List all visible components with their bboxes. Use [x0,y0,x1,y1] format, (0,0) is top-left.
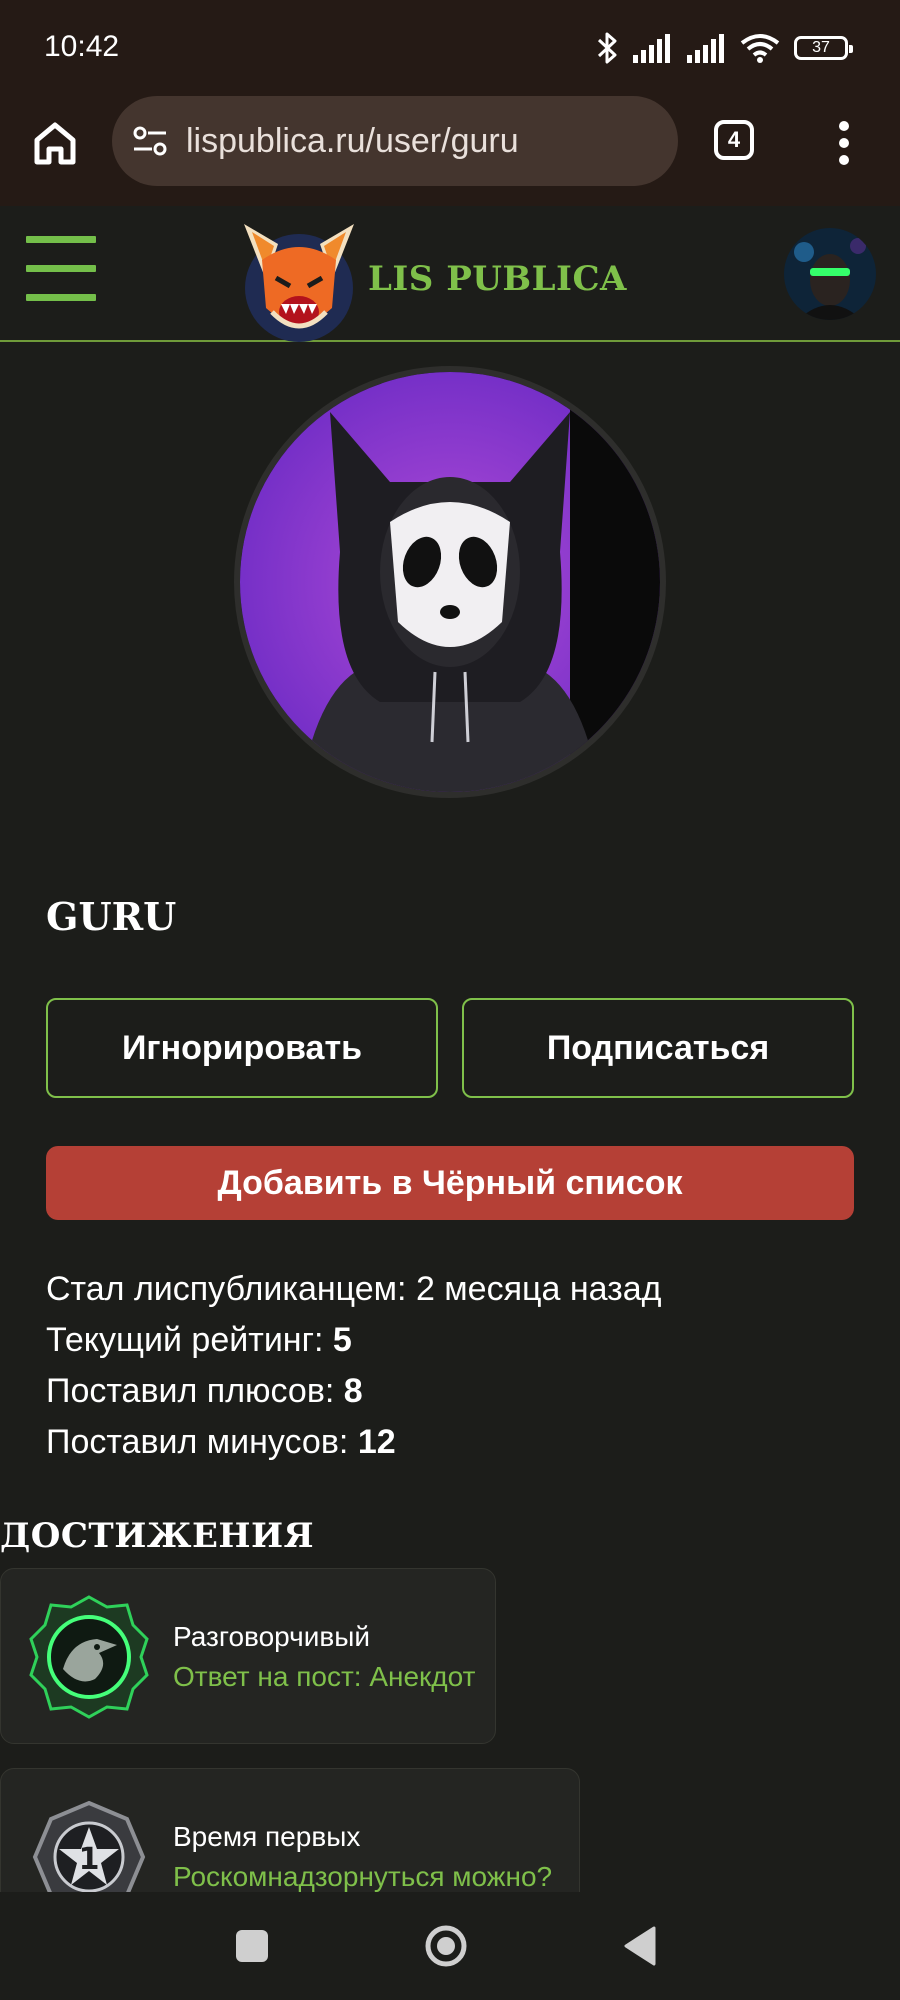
ignore-button[interactable]: Игнорировать [46,998,438,1098]
profile-stats: Стал лиспубликанцем: 2 месяца назад Теку… [46,1264,661,1468]
hamburger-menu-icon[interactable] [26,236,96,306]
achievement-name: Время первых [173,1821,361,1852]
signal-icon [633,34,670,63]
url-text[interactable]: lispublica.ru/user/guru [186,122,519,161]
stat-rating: Текущий рейтинг: 5 [46,1315,661,1366]
achievement-name: Разговорчивый [173,1621,370,1652]
stat-joined-value: 2 месяца назад [415,1270,662,1308]
status-time: 10:42 [44,30,120,63]
user-avatar-image [784,228,876,320]
achievement-description[interactable]: Ответ на пост: Анекдот [173,1661,475,1693]
bluetooth-icon [597,32,617,64]
status-bar: 10:42 37 [0,0,900,96]
stat-pluses-label: Поставил плюсов: [46,1372,335,1410]
browser-chrome: 10:42 37 lispublica.ru/user/guru 4 [0,0,900,206]
address-bar[interactable]: lispublica.ru/user/guru [112,96,678,186]
add-to-blacklist-button[interactable]: Добавить в Чёрный список [46,1146,854,1220]
status-icons: 37 [596,28,853,68]
stat-joined: Стал лиспубликанцем: 2 месяца назад [46,1264,661,1315]
achievements-title: ДОСТИЖЕНИЯ [0,1516,315,1556]
achievement-card[interactable]: Разговорчивый Ответ на пост: Анекдот [0,1568,496,1744]
home-icon[interactable] [30,118,80,168]
site-settings-icon[interactable] [130,121,170,161]
site-name: LIS PUBLICA [368,259,627,299]
stat-minuses-label: Поставил минусов: [46,1423,349,1461]
back-icon[interactable] [622,1926,658,1966]
fox-logo-icon [244,224,354,342]
system-home-icon[interactable] [424,1924,468,1968]
site-brand[interactable]: LIS PUBLICA [232,216,627,342]
stat-pluses: Поставил плюсов: 8 [46,1366,661,1417]
stat-minuses: Поставил минусов: 12 [46,1417,661,1468]
stat-rating-label: Текущий рейтинг: [46,1321,324,1359]
stat-joined-label: Стал лиспубликанцем: [46,1270,407,1308]
profile-avatar [234,366,666,798]
achievement-description[interactable]: Роскомнадзорнуться можно? [173,1861,552,1893]
stat-rating-value: 5 [332,1321,352,1359]
recent-apps-icon[interactable] [236,1930,268,1962]
battery-indicator: 37 [794,36,853,60]
svg-text:1: 1 [79,1842,100,1877]
profile-avatar-image [240,372,660,792]
wifi-icon [740,34,780,63]
signal-icon-2 [687,34,724,63]
stat-minuses-value: 12 [357,1423,396,1461]
profile-username: GURU [46,894,177,939]
stat-pluses-value: 8 [343,1372,363,1410]
site-header: LIS PUBLICA [0,206,900,342]
user-avatar[interactable] [784,228,876,320]
subscribe-button[interactable]: Подписаться [462,998,854,1098]
system-navigation-bar [0,1892,900,2000]
raven-badge-icon [29,1595,149,1719]
more-menu-icon[interactable] [836,118,852,168]
tab-switcher-button[interactable]: 4 [714,120,754,160]
browser-toolbar: lispublica.ru/user/guru 4 [0,96,900,206]
